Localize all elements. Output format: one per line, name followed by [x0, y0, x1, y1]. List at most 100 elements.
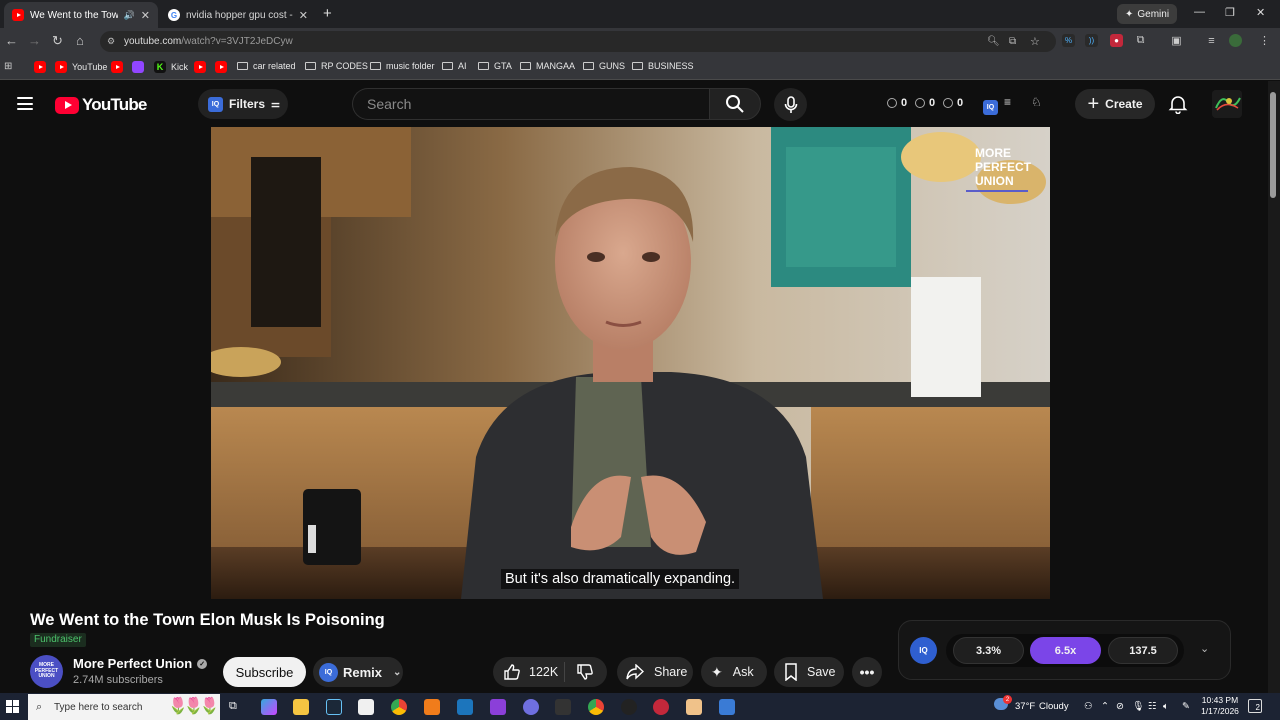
minimize-icon[interactable]: — [1194, 6, 1205, 18]
task-view-icon[interactable]: ⧉ [229, 700, 237, 713]
bookmark-star-icon[interactable]: ☆ [1030, 35, 1040, 48]
bookmark-youtube-icon[interactable] [111, 61, 123, 73]
bookmark-youtube[interactable]: YouTube [55, 61, 107, 73]
file-explorer-app-icon[interactable] [293, 699, 309, 715]
cast-icon[interactable]: ⧉ [1009, 36, 1016, 47]
steam-app-icon[interactable] [326, 699, 342, 715]
clock[interactable]: 10:43 PM 1/17/2026 [1198, 695, 1242, 717]
search-button[interactable] [709, 88, 761, 120]
close-tab-icon[interactable]: ✕ [141, 9, 150, 22]
scrollbar-thumb[interactable] [1270, 92, 1276, 198]
remix-button[interactable]: IQ Remix ⌄ [313, 657, 403, 687]
bookmark-youtube-icon[interactable] [215, 61, 227, 73]
extension-badge-icon[interactable]: ● [1110, 34, 1123, 47]
chrome-app-icon[interactable] [391, 699, 407, 715]
bookmark-folder-mangaa[interactable]: MANGAA [520, 61, 575, 71]
app-icon[interactable] [686, 699, 702, 715]
pen-icon[interactable]: ✎ [1182, 701, 1190, 712]
notifications-bell-icon[interactable] [1168, 94, 1188, 119]
restore-icon[interactable]: ❐ [1225, 6, 1235, 19]
volume-icon[interactable]: 🔈︎ [1163, 701, 1169, 712]
chevron-down-icon[interactable]: ⌄ [393, 667, 401, 678]
channel-name[interactable]: More Perfect Union ✓ [73, 656, 208, 671]
bookmark-folder-ai[interactable]: AI [442, 61, 467, 71]
microphone-icon[interactable]: 🎙︎ [1132, 701, 1144, 712]
apps-grid-icon[interactable]: ⊞ [4, 61, 12, 72]
iq-extension-icon[interactable]: IQ [983, 96, 998, 115]
filters-button[interactable]: IQ Filters ⚌ [198, 89, 288, 119]
person-icon[interactable]: ⚇ [1084, 701, 1093, 712]
hidden-counter[interactable]: 0 [943, 97, 963, 109]
zoom-icon[interactable]: 🔍︎ [987, 36, 1000, 47]
bookmark-folder-rp-codes[interactable]: RP CODES [305, 61, 368, 71]
menu-kebab-icon[interactable]: ⋮ [1258, 34, 1271, 47]
app-icon[interactable] [424, 699, 440, 715]
weather-description[interactable]: Cloudy [1039, 701, 1069, 712]
views-counter[interactable]: 0 [915, 97, 935, 109]
dislike-button[interactable] [565, 663, 605, 681]
account-avatar[interactable] [1212, 90, 1242, 118]
close-tab-icon[interactable]: ✕ [299, 9, 308, 22]
queue-list-icon[interactable]: ≡ [1004, 95, 1011, 109]
bookmark-folder-car-related[interactable]: car related [237, 61, 296, 71]
save-button[interactable]: Save [774, 657, 844, 687]
chevron-down-icon[interactable]: ⌄ [1200, 642, 1209, 655]
store-app-icon[interactable] [358, 699, 374, 715]
extension-translate-icon[interactable]: % [1062, 34, 1075, 47]
video-player[interactable] [211, 127, 1050, 599]
address-bar[interactable]: ⚙ youtube.com/watch?v=3VJT2JeDCyw 🔍︎ ⧉ ☆ [100, 31, 1056, 52]
bookmark-kick[interactable]: K Kick [154, 61, 188, 73]
back-icon[interactable]: ← [5, 33, 18, 48]
iq-stat-score[interactable]: 137.5 [1108, 637, 1178, 664]
new-tab-icon[interactable]: + [323, 5, 332, 22]
hidden-icons-icon[interactable]: ⌃ [1101, 701, 1109, 712]
history-counter[interactable]: 0 [887, 97, 907, 109]
like-button[interactable]: 122K [493, 662, 565, 682]
app-icon[interactable] [457, 699, 473, 715]
iq-stat-multiplier[interactable]: 6.5x [1030, 637, 1101, 664]
network-icon[interactable]: ⊘ [1116, 701, 1124, 712]
profile-avatar-icon[interactable] [1229, 34, 1242, 47]
youtube-logo[interactable]: YouTube [55, 95, 147, 115]
bookmark-folder-business[interactable]: BUSINESS [632, 61, 694, 71]
more-actions-button[interactable]: ••• [852, 657, 882, 687]
fundraiser-badge[interactable]: Fundraiser [30, 633, 86, 647]
windows-start-icon[interactable] [6, 700, 19, 718]
ask-button[interactable]: ✦ Ask [701, 657, 767, 687]
channel-avatar[interactable]: MORE PERFECT UNION [30, 655, 63, 688]
bookmark-youtube-icon[interactable] [194, 61, 206, 73]
notifications-icon[interactable]: 2 [1248, 699, 1262, 713]
site-info-icon[interactable]: ⚙ [107, 36, 115, 47]
extensions-puzzle-icon[interactable]: ⧉ [1134, 34, 1147, 47]
weather-temp[interactable]: 37°F [1015, 701, 1035, 712]
app-icon[interactable] [621, 699, 637, 715]
forward-icon[interactable]: → [28, 33, 41, 48]
browser-tab-google[interactable]: G nvidia hopper gpu cost - Goog ✕ [160, 2, 316, 28]
close-window-icon[interactable]: ✕ [1256, 6, 1265, 19]
gemini-button[interactable]: ✦ Gemini [1117, 4, 1178, 24]
wifi-icon[interactable]: ☷ [1148, 701, 1157, 712]
browser-tab-youtube[interactable]: We Went to the Town Elon 🔊 ✕ [4, 2, 158, 28]
search-input[interactable]: Search [352, 88, 709, 120]
taskbar-search-input[interactable]: ⌕ Type here to search 🌷🌷🌷 [28, 694, 220, 720]
extension-audio-icon[interactable]: )) [1085, 34, 1098, 47]
bookmark-youtube-icon[interactable] [34, 61, 46, 73]
chrome-app-icon[interactable] [588, 699, 604, 715]
app-icon[interactable] [490, 699, 506, 715]
app-icon[interactable] [719, 699, 735, 715]
bookmark-folder-guns[interactable]: GUNS [583, 61, 625, 71]
discord-app-icon[interactable] [523, 699, 539, 715]
voice-search-button[interactable] [774, 88, 807, 121]
bookmark-twitch-icon[interactable] [132, 61, 144, 73]
subscribe-button[interactable]: Subscribe [223, 657, 306, 687]
app-icon[interactable] [653, 699, 669, 715]
create-button[interactable]: + Create [1075, 89, 1155, 119]
home-icon[interactable]: ⌂ [76, 33, 84, 48]
guide-menu-icon[interactable] [17, 97, 33, 110]
app-icon[interactable] [555, 699, 571, 715]
reading-list-icon[interactable]: ≡ [1205, 34, 1218, 47]
reload-icon[interactable]: ↻ [52, 33, 63, 49]
side-panel-icon[interactable]: ▣ [1170, 34, 1183, 47]
award-icon[interactable]: ♘ [1031, 95, 1042, 109]
bookmark-folder-music[interactable]: music folder [370, 61, 435, 71]
